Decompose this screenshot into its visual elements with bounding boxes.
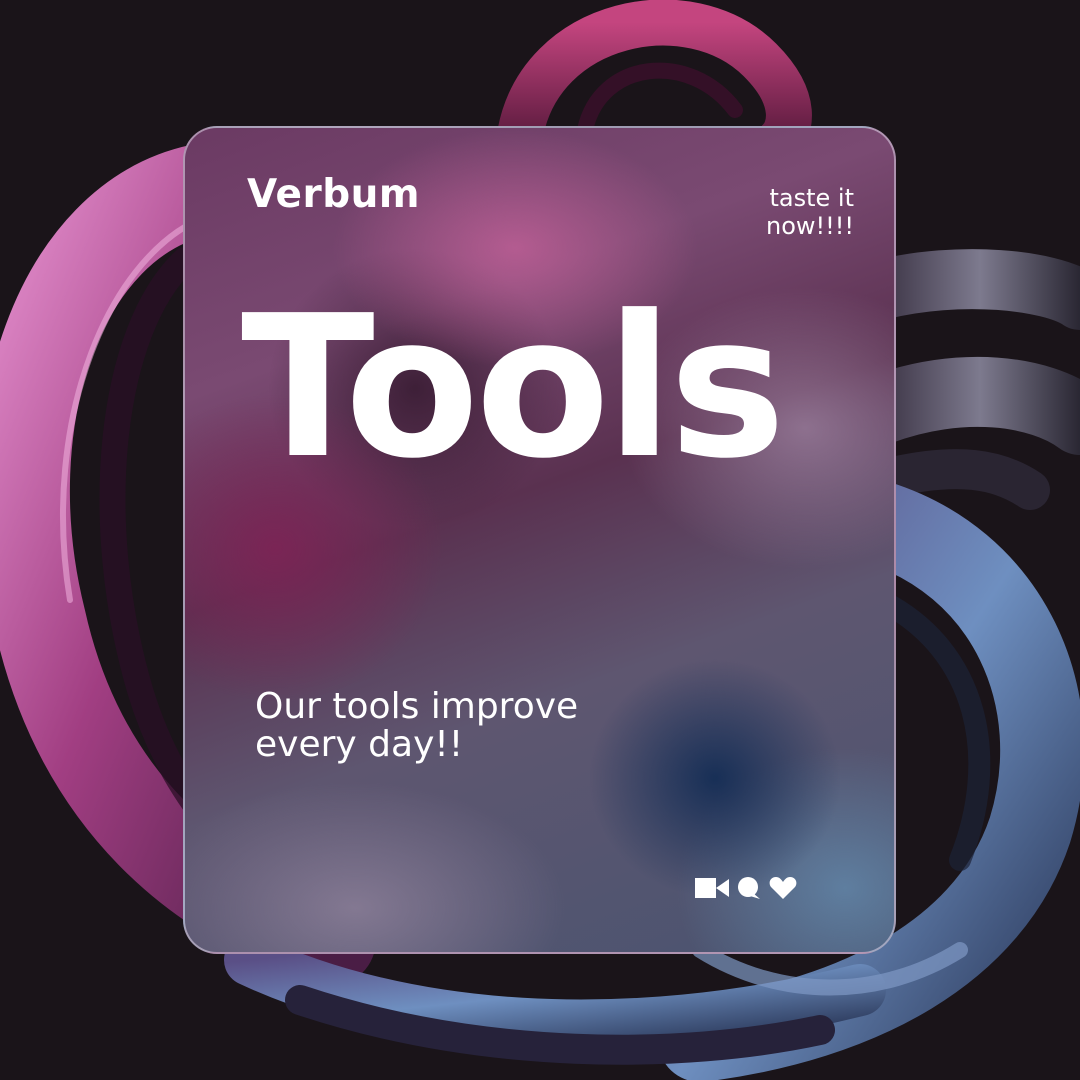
speech-bubble-icon[interactable] (737, 876, 761, 900)
heart-icon[interactable] (769, 876, 797, 900)
headline: Tools (241, 274, 786, 502)
brand-name: Verbum (247, 172, 421, 217)
frosted-card: Verbum taste it now!!!! Tools Our tools … (183, 126, 896, 954)
promo-poster: Verbum taste it now!!!! Tools Our tools … (0, 0, 1080, 1080)
video-camera-icon[interactable] (695, 877, 729, 899)
tagline: taste it now!!!! (765, 184, 854, 240)
subtitle: Our tools improve every day!! (255, 686, 579, 765)
social-icons (695, 876, 797, 900)
